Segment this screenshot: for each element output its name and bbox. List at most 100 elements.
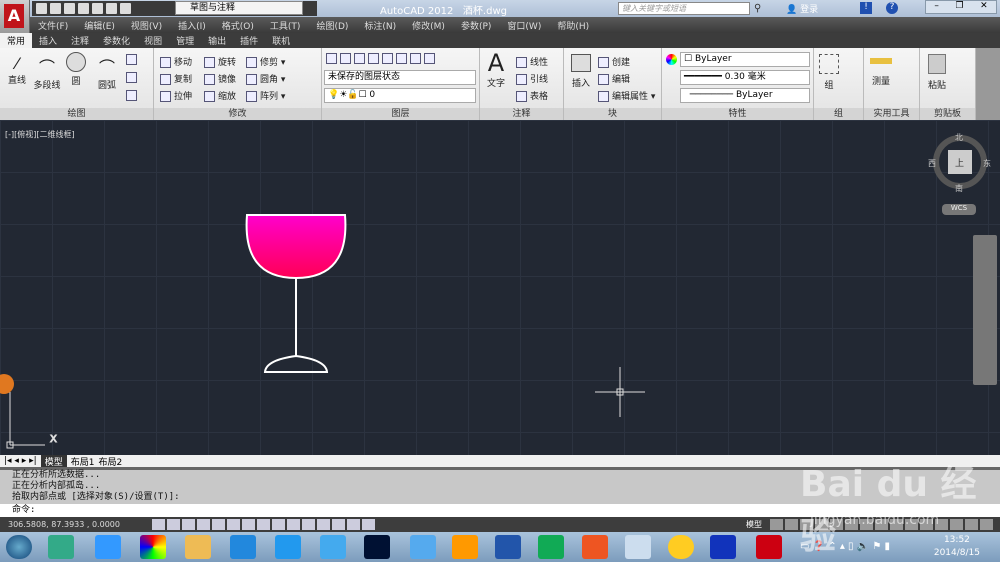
explorer-icon[interactable] [185, 535, 211, 559]
tab-layout2[interactable]: 布局2 [98, 455, 122, 468]
tab-insert[interactable]: 插入 [32, 33, 64, 48]
circle-button[interactable]: 圆 [64, 52, 88, 87]
lineweight-select[interactable]: ━━━━━━━ 0.30 毫米 [680, 70, 810, 85]
binoculars-icon[interactable]: ⚲ [754, 3, 761, 14]
fillet-button[interactable]: 圆角 ▾ [246, 72, 285, 85]
model-space-button[interactable]: 模型 [746, 517, 762, 532]
app-icon[interactable] [275, 535, 301, 559]
menu-file[interactable]: 文件(F) [38, 19, 68, 32]
wcs-menu[interactable]: WCS [942, 204, 976, 215]
restore-icon[interactable]: ❐ [955, 1, 963, 13]
group-button[interactable]: 组 [816, 54, 842, 91]
minimize-icon[interactable]: – [934, 1, 939, 13]
scale-button[interactable]: 缩放 [204, 89, 236, 102]
help-icon[interactable]: ? [886, 2, 898, 14]
save-as-icon[interactable] [78, 3, 89, 14]
redo-icon[interactable] [120, 3, 131, 14]
paint-icon[interactable] [625, 535, 651, 559]
measure-button[interactable]: 测量 [866, 58, 896, 87]
login-button[interactable]: 👤 登录 [786, 2, 818, 15]
compass-east[interactable]: 东 [983, 158, 991, 169]
linetype-select[interactable]: ──────── ByLayer [680, 88, 810, 103]
edit-attributes-button[interactable]: 编辑属性 ▾ [598, 89, 655, 102]
word-icon[interactable] [495, 535, 521, 559]
wps-icon[interactable] [710, 535, 736, 559]
layer-tools-icons[interactable] [326, 53, 438, 64]
tab-output[interactable]: 输出 [201, 33, 233, 48]
edit-block-button[interactable]: 编辑 [598, 72, 630, 85]
app-icon[interactable] [410, 535, 436, 559]
region-icon[interactable] [126, 90, 140, 101]
menu-draw[interactable]: 绘图(D) [316, 19, 348, 32]
app-icon[interactable] [668, 535, 694, 559]
arc-button[interactable]: ⌒ 圆弧 [92, 54, 122, 91]
workspace-select[interactable]: 草图与注释 [175, 1, 303, 15]
excel-icon[interactable] [538, 535, 564, 559]
viewcube-top[interactable]: 上 [955, 156, 964, 169]
stretch-button[interactable]: 拉伸 [160, 89, 192, 102]
app-icon[interactable] [452, 535, 478, 559]
start-button[interactable] [6, 535, 32, 559]
menu-insert[interactable]: 插入(I) [178, 19, 206, 32]
copy-button[interactable]: 复制 [160, 72, 192, 85]
cloud-icon[interactable] [320, 535, 346, 559]
tab-model[interactable]: 模型 [40, 454, 67, 468]
drafting-toggles[interactable] [152, 519, 377, 530]
mirror-button[interactable]: 镜像 [204, 72, 236, 85]
tab-layout1[interactable]: 布局1 [71, 455, 95, 468]
tab-view[interactable]: 视图 [137, 33, 169, 48]
photoshop-icon[interactable] [364, 535, 390, 559]
move-button[interactable]: 移动 [160, 55, 192, 68]
menu-tools[interactable]: 工具(T) [270, 19, 301, 32]
media-icon[interactable] [230, 535, 256, 559]
rotate-button[interactable]: 旋转 [204, 55, 236, 68]
menu-format[interactable]: 格式(O) [222, 19, 254, 32]
create-block-button[interactable]: 创建 [598, 55, 630, 68]
close-icon[interactable]: ✕ [980, 1, 988, 13]
compass-north[interactable]: 北 [955, 132, 963, 143]
rectangle-icon[interactable] [126, 54, 140, 65]
new-icon[interactable] [36, 3, 47, 14]
menu-modify[interactable]: 修改(M) [412, 19, 445, 32]
menu-help[interactable]: 帮助(H) [557, 19, 589, 32]
text-button[interactable]: A 文字 [482, 50, 510, 89]
ie-icon[interactable] [95, 535, 121, 559]
tab-online[interactable]: 联机 [265, 33, 297, 48]
open-icon[interactable] [50, 3, 61, 14]
save-icon[interactable] [64, 3, 75, 14]
app-icon[interactable] [48, 535, 74, 559]
array-button[interactable]: 阵列 ▾ [246, 89, 285, 102]
tab-manage[interactable]: 管理 [169, 33, 201, 48]
tab-annotate[interactable]: 注释 [64, 33, 96, 48]
print-icon[interactable] [92, 3, 103, 14]
layer-state-select[interactable]: 未保存的图层状态 [324, 70, 476, 85]
line-button[interactable]: ⁄ 直线 [4, 54, 30, 86]
application-menu-button[interactable]: A [0, 0, 30, 33]
linear-dim-button[interactable]: 线性 [516, 55, 548, 68]
powerpoint-icon[interactable] [582, 535, 608, 559]
menu-parametric[interactable]: 参数(P) [461, 19, 491, 32]
leader-button[interactable]: 引线 [516, 72, 548, 85]
exchange-icon[interactable]: ! [860, 2, 872, 14]
tab-scroll-icons[interactable]: |◂ ◂ ▸ ▸| [4, 456, 37, 466]
compass-west[interactable]: 西 [928, 158, 936, 169]
autocad-taskbar-icon[interactable] [756, 535, 782, 559]
navigation-bar[interactable] [973, 235, 997, 385]
table-button[interactable]: 表格 [516, 89, 548, 102]
polyline-button[interactable]: ⌒ 多段线 [32, 54, 62, 91]
tab-parametric[interactable]: 参数化 [96, 33, 137, 48]
tab-home[interactable]: 常用 [0, 33, 33, 48]
menu-dimension[interactable]: 标注(N) [364, 19, 396, 32]
search-input[interactable]: 键入关键字或短语 [618, 2, 750, 15]
color-select[interactable]: ☐ ByLayer [680, 52, 810, 67]
hatch-icon[interactable] [126, 72, 140, 83]
paste-button[interactable]: 粘贴 [922, 54, 952, 91]
undo-icon[interactable] [106, 3, 117, 14]
app-icon[interactable] [140, 535, 166, 559]
menu-window[interactable]: 窗口(W) [507, 19, 541, 32]
layer-select[interactable]: 💡☀🔓☐ 0 [324, 88, 476, 103]
menu-edit[interactable]: 编辑(E) [84, 19, 115, 32]
insert-block-button[interactable]: 插入 [566, 54, 596, 89]
compass-south[interactable]: 南 [955, 183, 963, 194]
trim-button[interactable]: 修剪 ▾ [246, 55, 285, 68]
